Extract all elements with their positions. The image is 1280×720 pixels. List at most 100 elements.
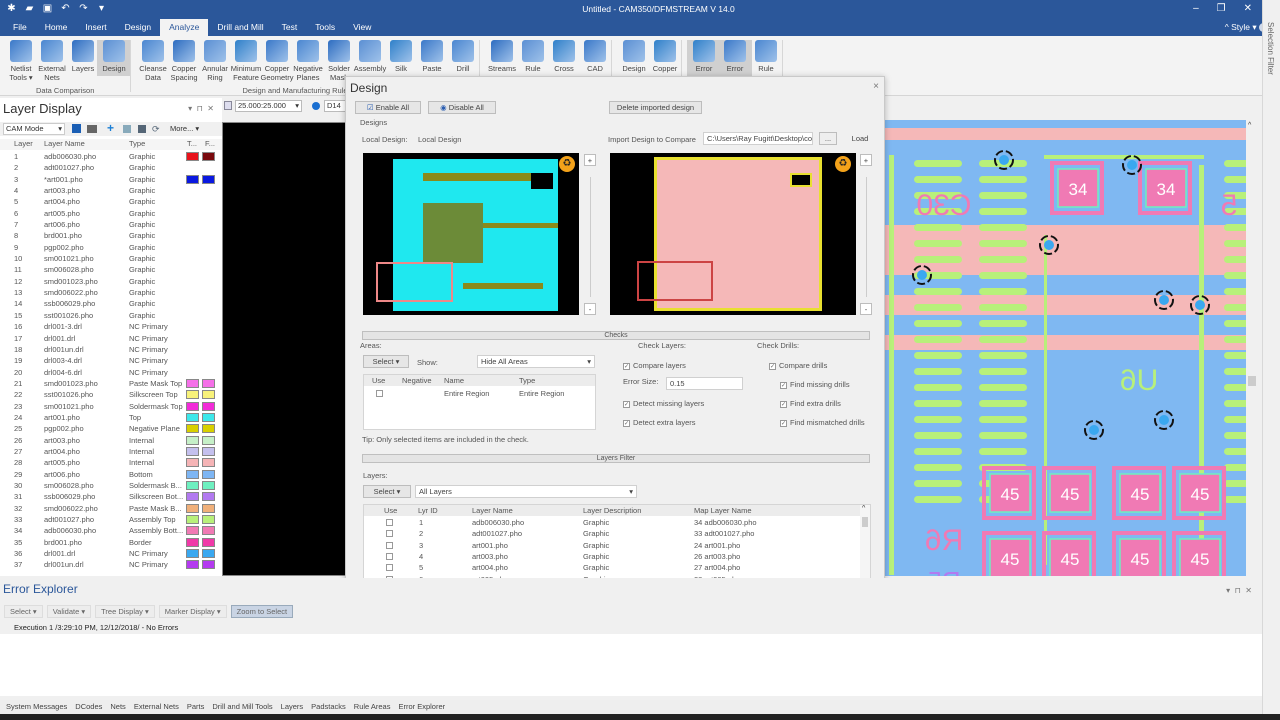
- ribbon-button-rule[interactable]: Rule: [516, 40, 550, 73]
- local-area-region[interactable]: [376, 262, 453, 302]
- layer-row[interactable]: 9 pgp002.pho Graphic: [0, 242, 222, 253]
- save-icon[interactable]: [72, 124, 81, 133]
- import-zoom-slider[interactable]: [866, 177, 867, 297]
- layer-settings-icon[interactable]: [123, 125, 131, 133]
- layer-row[interactable]: 29 art006.pho Bottom: [0, 469, 222, 480]
- execution-status[interactable]: Execution 1 /3:29:10 PM, 12/12/2018/ - N…: [14, 623, 178, 632]
- local-zoom-out-button[interactable]: -: [584, 303, 596, 315]
- ribbon-button-silk[interactable]: Silk: [384, 40, 418, 73]
- bottom-tab-system-messages[interactable]: System Messages: [6, 700, 67, 714]
- fill-color-swatch[interactable]: [202, 435, 215, 445]
- layer-row[interactable]: 30 sm006028.pho Soldermask B...: [0, 480, 222, 491]
- fill-color-swatch[interactable]: [202, 492, 215, 502]
- detect-extra-layers-checkbox[interactable]: ✓ Detect extra layers: [623, 418, 696, 427]
- top-color-swatch[interactable]: [186, 152, 199, 161]
- compare-drills-checkbox[interactable]: ✓ Compare drills: [769, 361, 827, 370]
- top-color-swatch[interactable]: [186, 549, 199, 559]
- pcb-vertical-scrollbar[interactable]: ^: [1246, 120, 1258, 576]
- ee-tree-display-button[interactable]: Tree Display ▾: [95, 605, 155, 618]
- layer-row[interactable]: 24 art001.pho Top: [0, 412, 222, 423]
- layer-row[interactable]: 34 adb006030.pho Assembly Bott...: [0, 525, 222, 536]
- top-color-swatch[interactable]: [186, 390, 199, 400]
- panel-close-icon[interactable]: ✕: [207, 104, 214, 113]
- top-color-swatch[interactable]: [186, 424, 199, 434]
- bottom-tab-external-nets[interactable]: External Nets: [134, 700, 179, 714]
- import-zoom-in-button[interactable]: +: [860, 154, 872, 166]
- panel-close-icon[interactable]: ✕: [1245, 586, 1252, 595]
- ee-validate-button[interactable]: Validate ▾: [46, 605, 92, 618]
- ee-select-button[interactable]: Select ▾: [4, 605, 43, 618]
- pcb-canvas[interactable]: 34 34 45 45 45 45 45 45 45 45 C30 U6 R6 R5 5: [884, 120, 1246, 576]
- bottom-tab-layers[interactable]: Layers: [281, 700, 304, 714]
- more-menu[interactable]: More... ▾: [170, 124, 199, 133]
- top-color-swatch[interactable]: [186, 480, 199, 490]
- layer-row[interactable]: 13 smd006022.pho Graphic: [0, 287, 222, 298]
- layer-row[interactable]: 19 drl003-4.drl NC Primary: [0, 355, 222, 366]
- selection-filter-panel[interactable]: Selection Filter: [1262, 0, 1280, 720]
- mode-select[interactable]: CAM Mode ▾: [3, 123, 65, 135]
- layer-row[interactable]: 16 drl001-3.drl NC Primary: [0, 321, 222, 332]
- layer-row[interactable]: 1 adb006030.pho Graphic: [0, 151, 222, 162]
- layer-row[interactable]: 21 smd001023.pho Paste Mask Top: [0, 378, 222, 389]
- close-button[interactable]: ✕: [1244, 3, 1252, 14]
- imported-area-region[interactable]: [637, 261, 713, 301]
- menu-tab-home[interactable]: Home: [36, 19, 77, 36]
- recycle-icon[interactable]: ♻: [835, 156, 851, 172]
- enable-all-button[interactable]: ☑ Enable All: [355, 101, 421, 114]
- layer-row[interactable]: 7 art006.pho Graphic: [0, 219, 222, 230]
- bottom-tab-padstacks[interactable]: Padstacks: [311, 700, 346, 714]
- ribbon-button-cross[interactable]: Cross: [547, 40, 581, 73]
- layer-row[interactable]: 23 sm001021.pho Soldermask Top: [0, 401, 222, 412]
- ribbon-button-external-nets[interactable]: External Nets: [35, 40, 69, 82]
- ribbon-button-assembly[interactable]: Assembly: [353, 40, 387, 73]
- ribbon-button-copper-spacing[interactable]: Copper Spacing: [167, 40, 201, 82]
- ribbon-button-minimum-feature[interactable]: Minimum Feature: [229, 40, 263, 82]
- layer-row[interactable]: 6 art005.pho Graphic: [0, 208, 222, 219]
- layer-use-checkbox[interactable]: [386, 519, 393, 526]
- ribbon-button-copper-geometry[interactable]: Copper Geometry: [260, 40, 294, 82]
- ribbon-button-copper[interactable]: Copper: [648, 40, 682, 73]
- layer-row[interactable]: 18 drl001un.drl NC Primary: [0, 344, 222, 355]
- bottom-tab-error-explorer[interactable]: Error Explorer: [398, 700, 445, 714]
- layer-use-checkbox[interactable]: [386, 552, 393, 560]
- layers-filter-select[interactable]: All Layers ▾: [415, 485, 637, 498]
- layer-row[interactable]: 5 art004.pho Graphic: [0, 196, 222, 207]
- compare-layers-checkbox[interactable]: ✓ Compare layers: [623, 361, 686, 370]
- top-color-swatch[interactable]: [186, 492, 199, 502]
- ee-zoom-to-select-button[interactable]: Zoom to Select: [230, 605, 294, 618]
- layer-row[interactable]: 32 smd006022.pho Paste Mask B...: [0, 503, 222, 514]
- ribbon-button-design[interactable]: Design: [617, 40, 651, 73]
- open-folder-icon[interactable]: [87, 125, 97, 133]
- bottom-tab-nets[interactable]: Nets: [110, 700, 125, 714]
- ee-marker-display-button[interactable]: Marker Display ▾: [158, 605, 227, 618]
- load-button[interactable]: Load: [845, 132, 875, 145]
- bottom-tab-drill-and-mill-tools[interactable]: Drill and Mill Tools: [212, 700, 272, 714]
- layer-row[interactable]: 17 drl001.drl NC Primary: [0, 333, 222, 344]
- fill-color-swatch[interactable]: [202, 469, 215, 479]
- layer-row[interactable]: 8 brd001.pho Graphic: [0, 230, 222, 241]
- ribbon-button-rule[interactable]: Rule: [749, 40, 783, 73]
- minimize-button[interactable]: –: [1193, 3, 1199, 14]
- top-color-swatch[interactable]: [186, 503, 199, 513]
- top-color-swatch[interactable]: [186, 526, 199, 536]
- grid-icon[interactable]: [224, 101, 232, 110]
- ribbon-button-cleanse-data[interactable]: Cleanse Data: [136, 40, 170, 82]
- error-size-input[interactable]: 0.15: [666, 377, 743, 390]
- layer-row[interactable]: 15 sst001026.pho Graphic: [0, 310, 222, 321]
- import-path-input[interactable]: C:\Users\Ray Fugitt\Desktop\cor: [703, 132, 813, 145]
- layer-row[interactable]: 20 drl004-6.drl NC Primary: [0, 367, 222, 378]
- layer-row[interactable]: 31 ssb006029.pho Silkscreen Bot...: [0, 491, 222, 502]
- ribbon-button-negative-planes[interactable]: Negative Planes: [291, 40, 325, 82]
- fill-color-swatch[interactable]: [202, 378, 215, 388]
- top-color-swatch[interactable]: [186, 435, 199, 445]
- bottom-tab-dcodes[interactable]: DCodes: [75, 700, 102, 714]
- fill-color-swatch[interactable]: [202, 503, 215, 513]
- menu-tab-tools[interactable]: Tools: [306, 19, 344, 36]
- browse-button[interactable]: ...: [819, 132, 837, 145]
- bottom-tab-rule-areas[interactable]: Rule Areas: [354, 700, 391, 714]
- find-extra-drills-checkbox[interactable]: ✓ Find extra drills: [780, 399, 841, 408]
- ribbon-button-cad[interactable]: CAD: [578, 40, 612, 73]
- layer-use-checkbox[interactable]: [386, 564, 393, 572]
- layer-row[interactable]: 22 sst001026.pho Silkscreen Top: [0, 389, 222, 400]
- fill-color-swatch[interactable]: [202, 390, 215, 400]
